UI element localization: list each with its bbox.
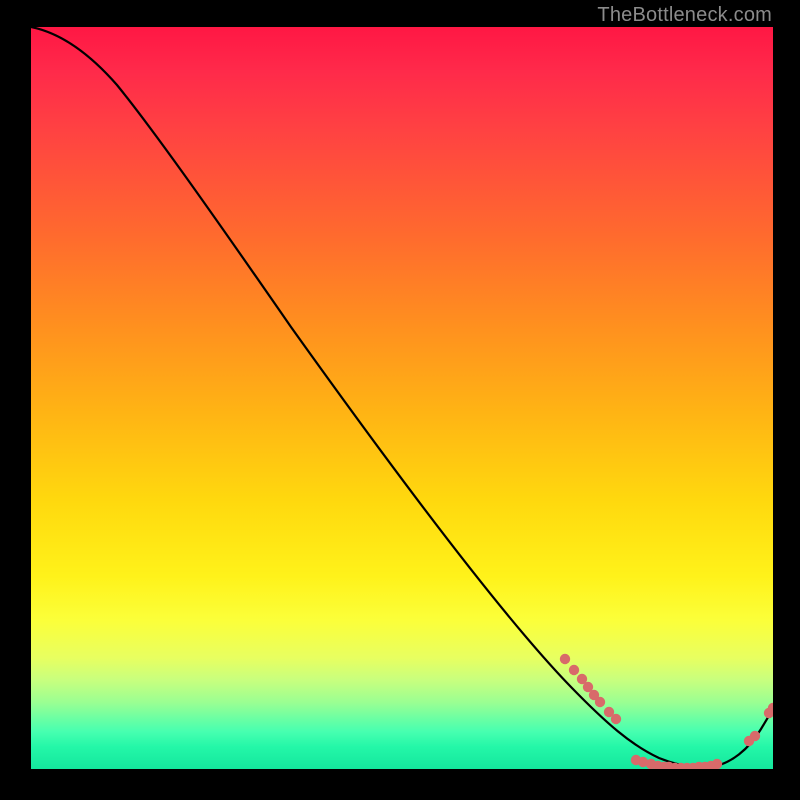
data-point bbox=[560, 654, 570, 664]
chart-svg bbox=[31, 27, 773, 769]
data-point bbox=[750, 731, 760, 741]
data-point bbox=[569, 665, 579, 675]
data-point bbox=[712, 759, 722, 769]
data-point bbox=[611, 714, 621, 724]
data-point bbox=[595, 697, 605, 707]
plot-area bbox=[31, 27, 773, 769]
bottleneck-curve bbox=[31, 27, 773, 768]
chart-stage: TheBottleneck.com bbox=[0, 0, 800, 800]
watermark-text: TheBottleneck.com bbox=[597, 4, 772, 27]
